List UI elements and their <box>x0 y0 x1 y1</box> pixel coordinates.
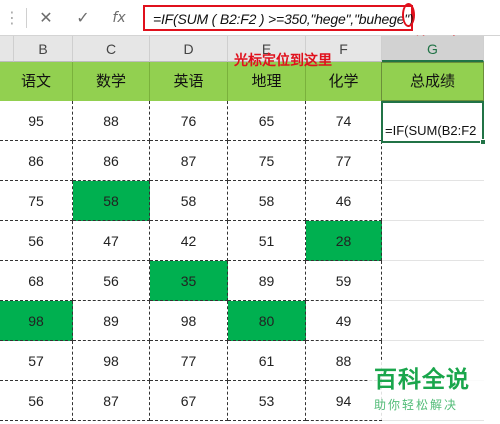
header-cell[interactable]: 英语 <box>150 62 228 101</box>
data-cell[interactable]: 89 <box>228 261 306 301</box>
watermark: 百科全说 助你轻松解决 <box>374 360 498 413</box>
data-cell[interactable]: 46 <box>306 181 382 221</box>
data-cell[interactable]: 58 <box>73 181 150 221</box>
data-cell[interactable]: 98 <box>73 341 150 381</box>
watermark-subtitle: 助你轻松解决 <box>374 398 459 412</box>
insert-function-button[interactable]: fx <box>106 6 132 30</box>
data-cell[interactable]: 47 <box>73 221 150 261</box>
data-cell[interactable]: 74 <box>306 101 382 141</box>
data-cell[interactable]: 56 <box>0 221 73 261</box>
total-cell[interactable] <box>382 221 484 261</box>
data-cell[interactable]: 75 <box>228 141 306 181</box>
header-cell[interactable]: 语文 <box>0 62 73 101</box>
cursor-annotation: 光标定位到这里 <box>234 53 332 69</box>
formula-input[interactable]: =IF(SUM ( B2:F2 ) >=350,"hege","buhege") <box>143 5 414 31</box>
data-cell[interactable]: 88 <box>73 101 150 141</box>
data-cell[interactable]: 80 <box>228 301 306 341</box>
total-cell[interactable] <box>382 301 484 341</box>
total-cell[interactable] <box>382 181 484 221</box>
total-cell[interactable] <box>382 141 484 181</box>
data-cell[interactable]: 98 <box>0 301 73 341</box>
data-cell[interactable]: 95 <box>0 101 73 141</box>
data-cell[interactable]: 89 <box>73 301 150 341</box>
data-cell[interactable]: 59 <box>306 261 382 301</box>
data-cell[interactable]: 53 <box>228 381 306 421</box>
formula-bar-divider <box>26 8 27 28</box>
data-cell[interactable]: 77 <box>150 341 228 381</box>
data-cell[interactable]: 51 <box>228 221 306 261</box>
data-cell[interactable]: 77 <box>306 141 382 181</box>
data-cell[interactable]: 58 <box>228 181 306 221</box>
data-cell[interactable]: 58 <box>150 181 228 221</box>
total-header-outline <box>381 62 484 101</box>
formula-bar-handle: ⋮ <box>4 8 20 27</box>
data-cell[interactable]: 56 <box>73 261 150 301</box>
data-cell[interactable]: 35 <box>150 261 228 301</box>
data-cell[interactable]: 65 <box>228 101 306 141</box>
data-cell[interactable]: 98 <box>150 301 228 341</box>
formula-text: =IF(SUM ( B2:F2 ) >=350,"hege","buhege") <box>153 11 414 27</box>
watermark-title: 百科全说 <box>374 367 470 393</box>
data-cell[interactable]: 42 <box>150 221 228 261</box>
fill-handle[interactable] <box>480 139 486 145</box>
column-header-c[interactable]: C <box>73 36 150 62</box>
header-cell[interactable]: 数学 <box>73 62 150 101</box>
data-cell[interactable]: 76 <box>150 101 228 141</box>
data-cell[interactable]: 86 <box>73 141 150 181</box>
data-cell[interactable]: 28 <box>306 221 382 261</box>
enter-icon[interactable]: ✓ <box>70 6 96 30</box>
column-header-b[interactable]: B <box>14 36 73 62</box>
data-cell[interactable]: 56 <box>0 381 73 421</box>
data-cell[interactable]: 57 <box>0 341 73 381</box>
data-cell[interactable]: 75 <box>0 181 73 221</box>
active-cell-g2[interactable]: =IF(SUM(B2:F2 <box>381 101 486 145</box>
data-cell[interactable]: 87 <box>150 141 228 181</box>
column-header-d[interactable]: D <box>150 36 228 62</box>
data-cell[interactable]: 49 <box>306 301 382 341</box>
column-header-g[interactable]: G <box>382 36 484 62</box>
active-cell-text: =IF(SUM(B2:F2 <box>385 123 477 138</box>
total-cell[interactable] <box>382 261 484 301</box>
cancel-icon[interactable]: ✕ <box>33 6 59 30</box>
data-cell[interactable]: 68 <box>0 261 73 301</box>
data-cell[interactable]: 67 <box>150 381 228 421</box>
data-cell[interactable]: 87 <box>73 381 150 421</box>
corner-cell[interactable] <box>0 36 14 62</box>
data-cell[interactable]: 86 <box>0 141 73 181</box>
data-cell[interactable]: 61 <box>228 341 306 381</box>
